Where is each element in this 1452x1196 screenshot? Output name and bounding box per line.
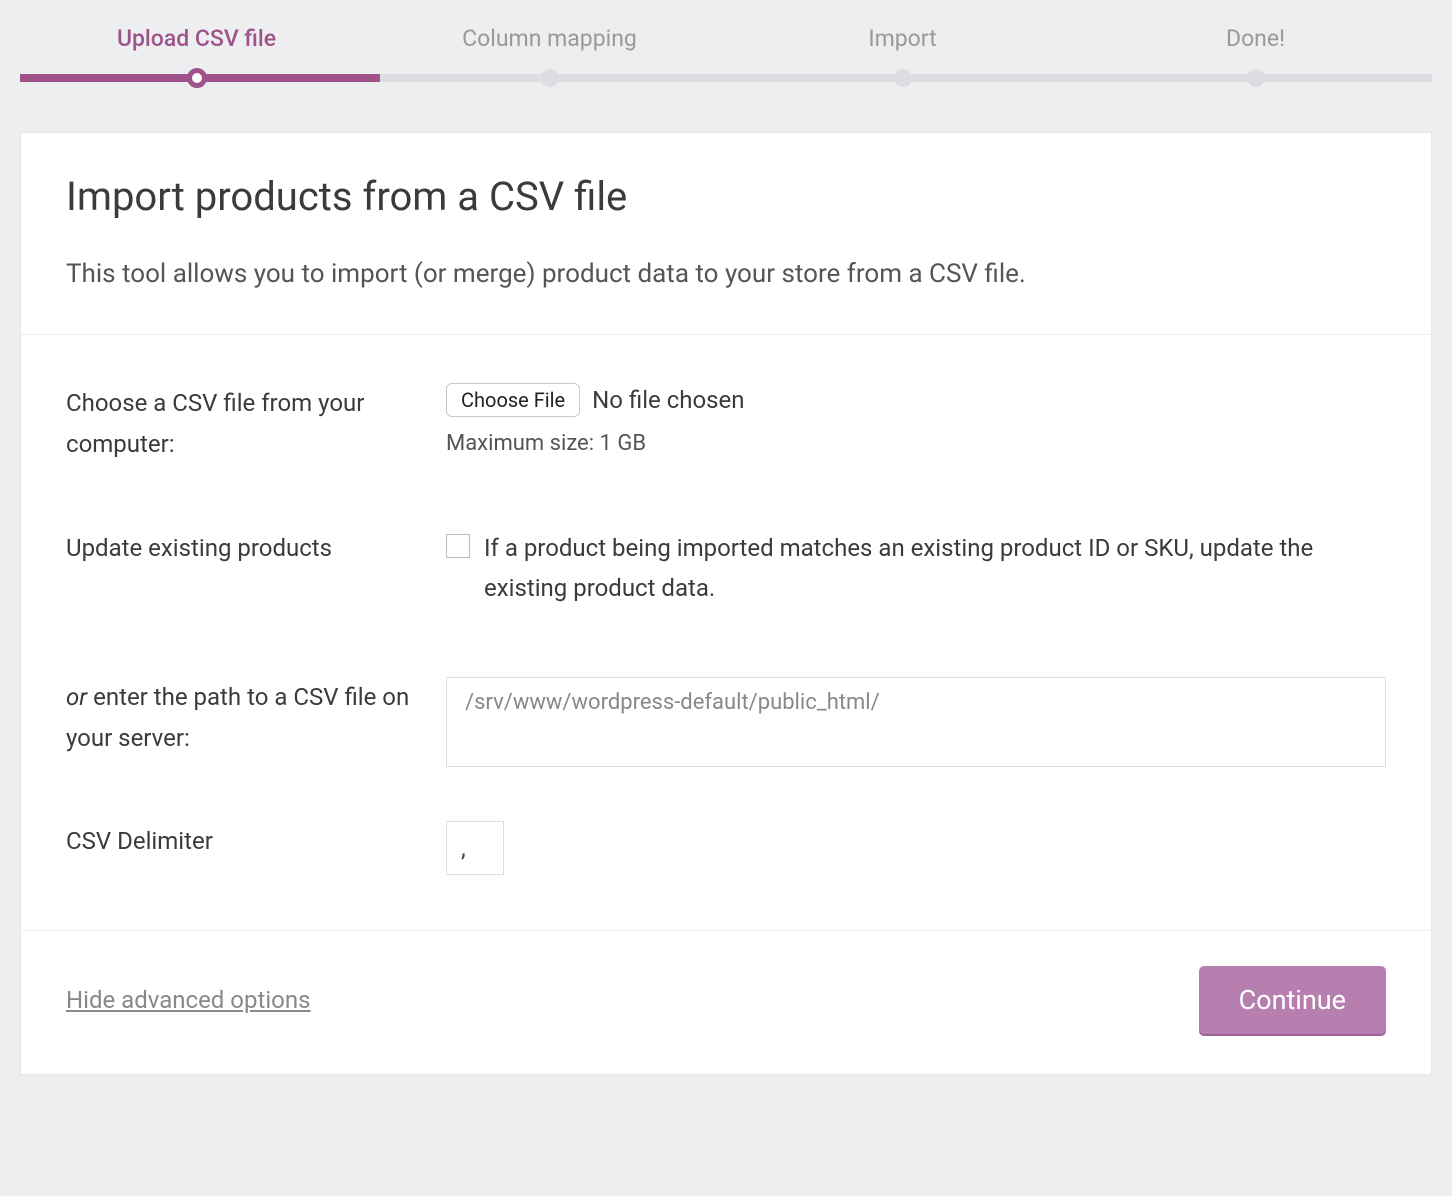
page-description: This tool allows you to import (or merge… [66,255,1386,294]
update-existing-checkbox[interactable] [446,534,470,558]
step-column-mapping[interactable]: Column mapping [373,25,726,74]
update-existing-label: Update existing products [66,528,446,569]
server-path-row: or enter the path to a CSV file on your … [66,627,1386,791]
progress-dot-3 [894,69,912,87]
hide-advanced-options-link[interactable]: Hide advanced options [66,986,310,1014]
card-footer: Hide advanced options Continue [21,930,1431,1074]
progress-dot-1 [187,68,207,88]
step-upload-csv[interactable]: Upload CSV file [20,25,373,74]
page-title: Import products from a CSV file [66,173,1386,220]
continue-button[interactable]: Continue [1199,966,1386,1034]
choose-file-label: Choose a CSV file from your computer: [66,383,446,465]
card-body: Choose a CSV file from your computer: Ch… [21,335,1431,930]
update-existing-row: Update existing products If a product be… [66,483,1386,628]
server-path-label: or enter the path to a CSV file on your … [66,677,446,759]
step-import[interactable]: Import [726,25,1079,74]
progress-dot-4 [1247,69,1265,87]
delimiter-row: CSV Delimiter [66,791,1386,905]
update-existing-description: If a product being imported matches an e… [484,528,1386,610]
card-header: Import products from a CSV file This too… [21,133,1431,335]
progress-bar [20,74,1432,82]
step-done[interactable]: Done! [1079,25,1432,74]
choose-file-row: Choose a CSV file from your computer: Ch… [66,365,1386,483]
max-size-hint: Maximum size: 1 GB [446,431,1386,456]
progress-dot-2 [541,69,559,87]
choose-file-button[interactable]: Choose File [446,383,580,417]
server-path-input[interactable] [446,677,1386,767]
import-card: Import products from a CSV file This too… [20,132,1432,1075]
file-chosen-status: No file chosen [592,386,744,414]
delimiter-label: CSV Delimiter [66,821,446,862]
delimiter-input[interactable] [446,821,504,875]
progress-stepper: Upload CSV file Column mapping Import Do… [0,0,1452,82]
